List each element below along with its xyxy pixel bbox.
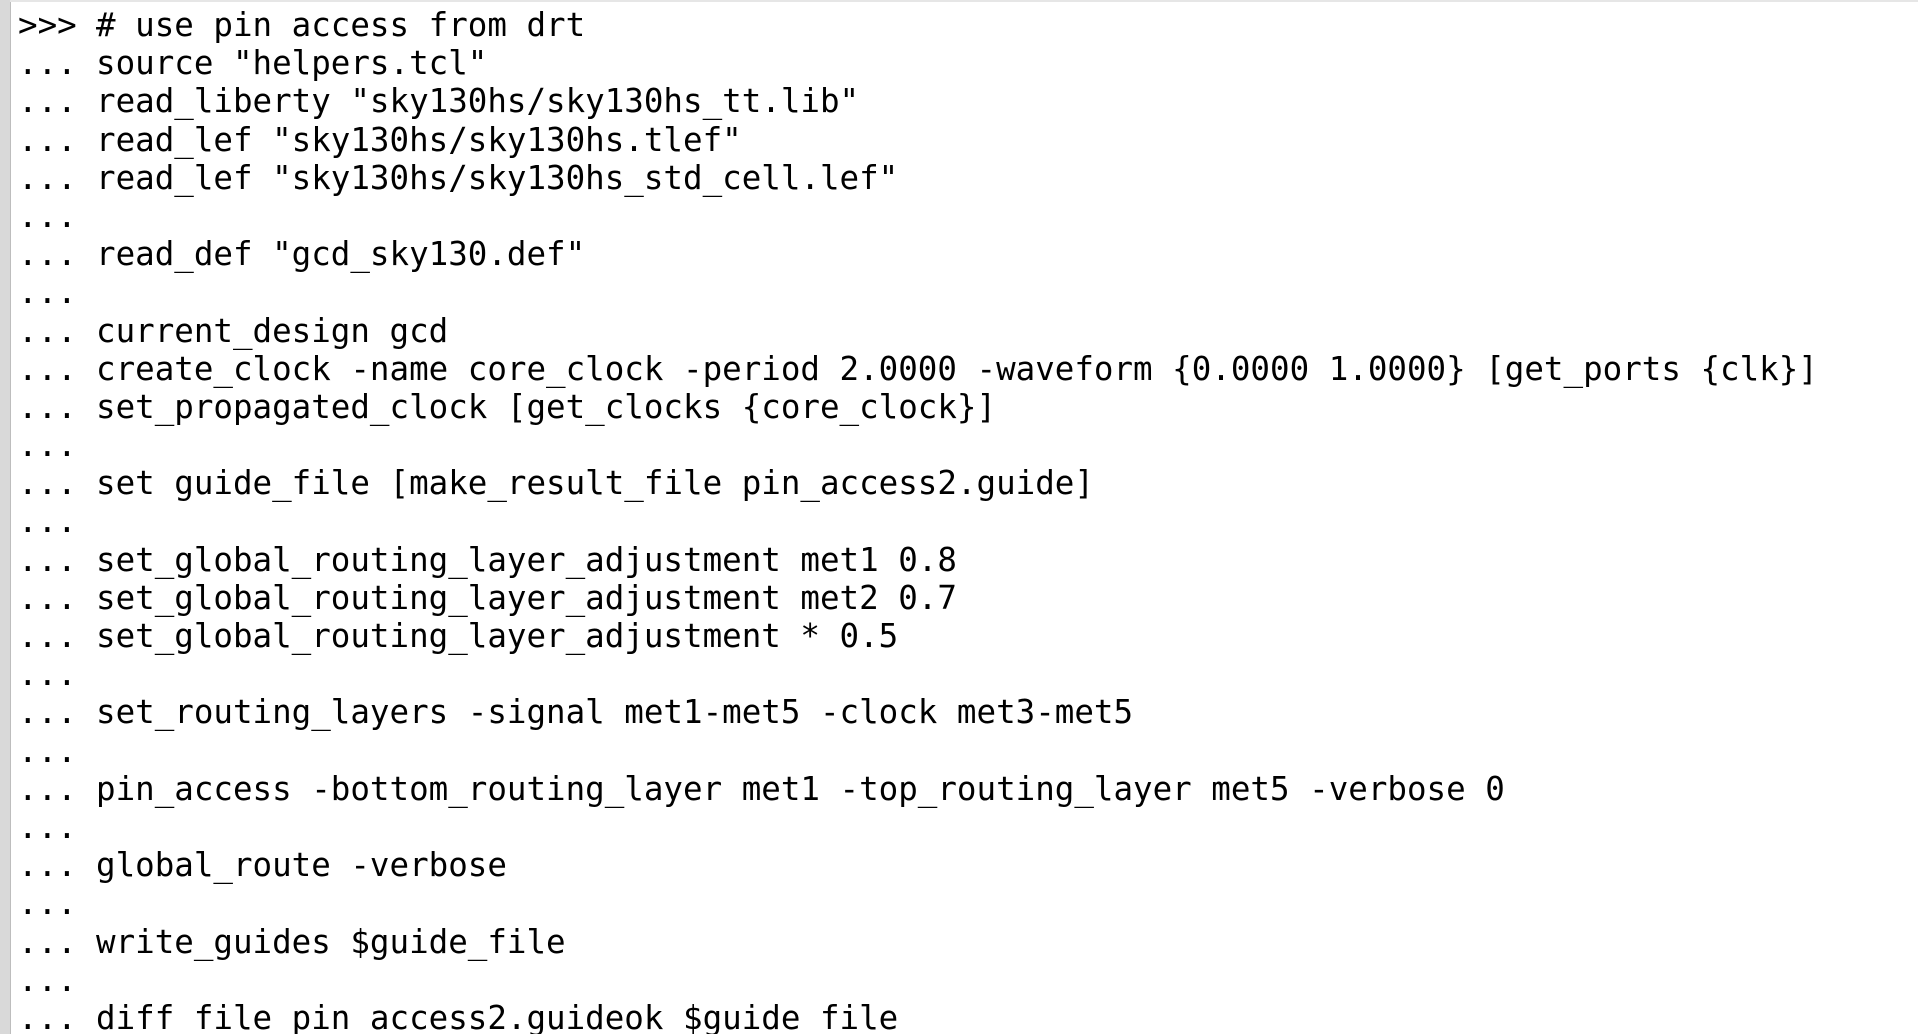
console-line: ...	[18, 732, 1818, 770]
console-line: ...	[18, 502, 1818, 540]
console-line: ... pin_access -bottom_routing_layer met1…	[18, 770, 1818, 808]
console-code: set_routing_layers -signal met1-met5 -cl…	[96, 693, 1134, 732]
console-line: ...	[18, 808, 1818, 846]
console-prompt: ...	[18, 158, 77, 197]
console-line: ... set guide_file [make_result_file pin_…	[18, 464, 1818, 502]
console-prompt: ...	[18, 311, 77, 350]
console-line: ... set_global_routing_layer_adjustment m…	[18, 579, 1818, 617]
console-code: global_route -verbose	[96, 846, 507, 885]
console-line: ... create_clock -name core_clock -period…	[18, 350, 1818, 388]
console-line: ... current_design gcd	[18, 312, 1818, 350]
console-prompt: ...	[18, 502, 77, 541]
console-code: read_liberty "sky130hs/sky130hs_tt.lib"	[96, 82, 860, 121]
console-code: read_lef "sky130hs/sky130hs.tlef"	[96, 120, 742, 159]
console-prompt: >>>	[18, 6, 77, 44]
console-line: ... write_guides $guide_file	[18, 923, 1818, 961]
console-prompt: ...	[18, 235, 77, 274]
console-prompt: ...	[18, 998, 77, 1034]
console-line: ...	[18, 273, 1818, 311]
console-code: write_guides $guide_file	[96, 922, 566, 961]
console-prompt: ...	[18, 922, 77, 961]
console-code: # use pin access from drt	[96, 6, 586, 44]
console-line: ... set_routing_layers -signal met1-met5 …	[18, 693, 1818, 731]
console-code: set guide_file [make_result_file pin_acc…	[96, 464, 1094, 503]
console-line: ... read_liberty "sky130hs/sky130hs_tt.li…	[18, 82, 1818, 120]
console-line: ... read_lef "sky130hs/sky130hs_std_cell.…	[18, 159, 1818, 197]
console-prompt: ...	[18, 540, 77, 579]
console-top-edge	[10, 0, 1918, 2]
console-code: diff_file pin_access2.guideok $guide_fil…	[96, 998, 899, 1034]
console-prompt: ...	[18, 846, 77, 885]
console-code: read_lef "sky130hs/sky130hs_std_cell.lef…	[96, 158, 899, 197]
console-code: source "helpers.tcl"	[96, 44, 488, 83]
console-prompt: ...	[18, 82, 77, 121]
console-prompt: ...	[18, 807, 77, 846]
console-code: set_global_routing_layer_adjustment met2…	[96, 578, 957, 617]
console-line: ... global_route -verbose	[18, 846, 1818, 884]
console-output: >>> # use pin access from drt ... source "…	[18, 6, 1818, 1034]
console-prompt: ...	[18, 578, 77, 617]
console-code: create_clock -name core_clock -period 2.…	[96, 349, 1818, 388]
console-code: set_global_routing_layer_adjustment met1…	[96, 540, 957, 579]
console-prompt: ...	[18, 349, 77, 388]
console-line: ... set_propagated_clock [get_clocks {cor…	[18, 388, 1818, 426]
console-line: >>> # use pin access from drt	[18, 6, 1818, 44]
console-line: ... set_global_routing_layer_adjustment m…	[18, 541, 1818, 579]
console-line: ...	[18, 655, 1818, 693]
console-line: ...	[18, 884, 1818, 922]
console-prompt: ...	[18, 120, 77, 159]
console-prompt: ...	[18, 655, 77, 694]
console-line: ...	[18, 426, 1818, 464]
console-code: set_propagated_clock [get_clocks {core_c…	[96, 387, 997, 426]
console-left-border	[0, 0, 11, 1034]
console-prompt: ...	[18, 731, 77, 770]
console-line: ... source "helpers.tcl"	[18, 44, 1818, 82]
console-prompt: ...	[18, 273, 77, 312]
console-prompt: ...	[18, 464, 77, 503]
console-code: current_design gcd	[96, 311, 449, 350]
python-console[interactable]: >>> # use pin access from drt ... source "…	[0, 0, 1918, 1034]
console-line: ...	[18, 197, 1818, 235]
console-prompt: ...	[18, 387, 77, 426]
console-line: ... read_lef "sky130hs/sky130hs.tlef"	[18, 121, 1818, 159]
console-prompt: ...	[18, 44, 77, 83]
console-code: read_def "gcd_sky130.def"	[96, 235, 586, 274]
console-prompt: ...	[18, 196, 77, 235]
console-prompt: ...	[18, 693, 77, 732]
console-prompt: ...	[18, 960, 77, 999]
console-line: ... diff_file pin_access2.guideok $guide_…	[18, 999, 1818, 1034]
console-code: pin_access -bottom_routing_layer met1 -t…	[96, 769, 1505, 808]
console-prompt: ...	[18, 617, 77, 655]
console-prompt: ...	[18, 769, 77, 808]
console-line: ... read_def "gcd_sky130.def"	[18, 235, 1818, 273]
console-line: ... set_global_routing_layer_adjustment *…	[18, 617, 1818, 655]
console-line: ...	[18, 961, 1818, 999]
console-prompt: ...	[18, 426, 77, 465]
console-code: set_global_routing_layer_adjustment * 0.…	[96, 617, 899, 655]
console-prompt: ...	[18, 884, 77, 923]
